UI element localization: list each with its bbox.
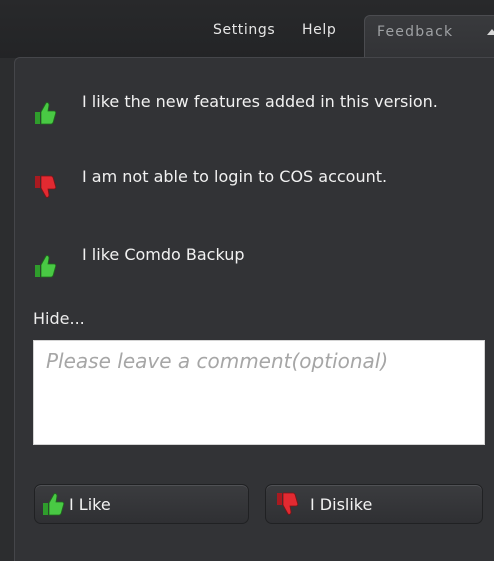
dislike-button-label: I Dislike [310, 495, 373, 514]
collapse-arrow-icon[interactable] [487, 29, 494, 35]
thumbs-down-icon [277, 492, 298, 515]
thumbs-down-icon [35, 175, 56, 198]
menu-help[interactable]: Help [302, 22, 336, 38]
feedback-item-text: I like Comdo Backup [82, 245, 245, 264]
thumbs-up-icon [35, 255, 56, 278]
like-button[interactable]: I Like [34, 484, 249, 524]
hide-link[interactable]: Hide... [33, 309, 85, 328]
thumbs-up-icon [43, 493, 64, 516]
thumbs-up-icon [35, 102, 56, 125]
tab-feedback[interactable]: Feedback [364, 15, 494, 58]
tab-feedback-label: Feedback [377, 24, 454, 40]
feedback-window: Settings Help Feedback I like the new fe… [0, 0, 494, 561]
feedback-item-text: I like the new features added in this ve… [82, 92, 438, 111]
comment-input[interactable] [33, 340, 485, 445]
feedback-item-text: I am not able to login to COS account. [82, 167, 388, 186]
dislike-button[interactable]: I Dislike [265, 484, 483, 524]
like-button-label: I Like [69, 495, 111, 514]
menu-settings[interactable]: Settings [213, 22, 275, 38]
